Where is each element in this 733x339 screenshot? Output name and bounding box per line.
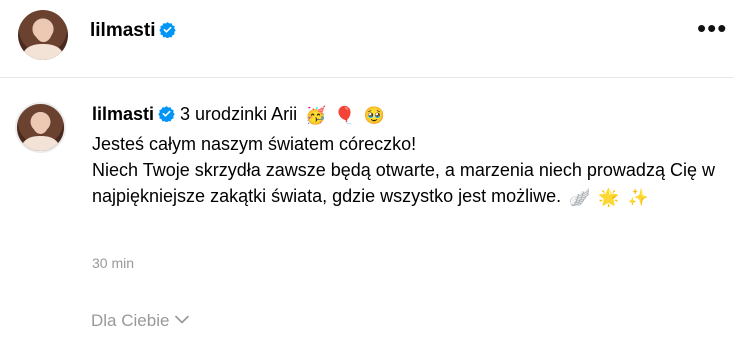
post-line-text: Niech Twoje skrzydła zawsze będą otwarte… xyxy=(92,160,715,206)
avatar-face xyxy=(34,21,52,42)
profile-header: lilmasti ••• xyxy=(0,0,733,78)
feed-filter-label: Dla Ciebie xyxy=(91,311,170,330)
holding-tears-emoji: 🥹 xyxy=(363,106,385,125)
avatar[interactable] xyxy=(18,10,68,60)
header-username[interactable]: lilmasti xyxy=(90,20,155,41)
post-line: Niech Twoje skrzydła zawsze będą otwarte… xyxy=(92,157,722,211)
post-header: lilmasti 3 urodzinki Arii 🥳 🎈 🥹 xyxy=(92,104,385,126)
avatar-shoulders xyxy=(21,135,60,151)
star-emoji: 🌟 xyxy=(598,188,620,207)
feed-filter-dropdown[interactable]: Dla Ciebie xyxy=(91,311,190,331)
post-body: Jesteś całym naszym światem córeczko! Ni… xyxy=(92,131,722,211)
more-dots-icon: ••• xyxy=(697,13,728,43)
post-title: 3 urodzinki Arii xyxy=(180,104,298,124)
party-face-emoji: 🥳 xyxy=(305,106,327,125)
post-line: Jesteś całym naszym światem córeczko! xyxy=(92,134,417,154)
wing-emoji: 🪽 xyxy=(569,188,591,207)
balloon-emoji: 🎈 xyxy=(334,106,356,125)
avatar-shoulders xyxy=(23,44,63,60)
post-timestamp[interactable]: 30 min xyxy=(92,255,134,271)
sparkles-emoji: ✨ xyxy=(627,188,649,207)
verified-badge-icon xyxy=(159,22,177,38)
header-username-row: lilmasti xyxy=(90,20,177,42)
verified-badge-icon xyxy=(158,106,175,122)
avatar-face xyxy=(32,114,49,135)
chevron-down-icon xyxy=(175,315,190,324)
more-options-button[interactable]: ••• xyxy=(697,15,726,42)
post-username[interactable]: lilmasti xyxy=(92,104,154,124)
post-avatar[interactable] xyxy=(15,102,66,153)
